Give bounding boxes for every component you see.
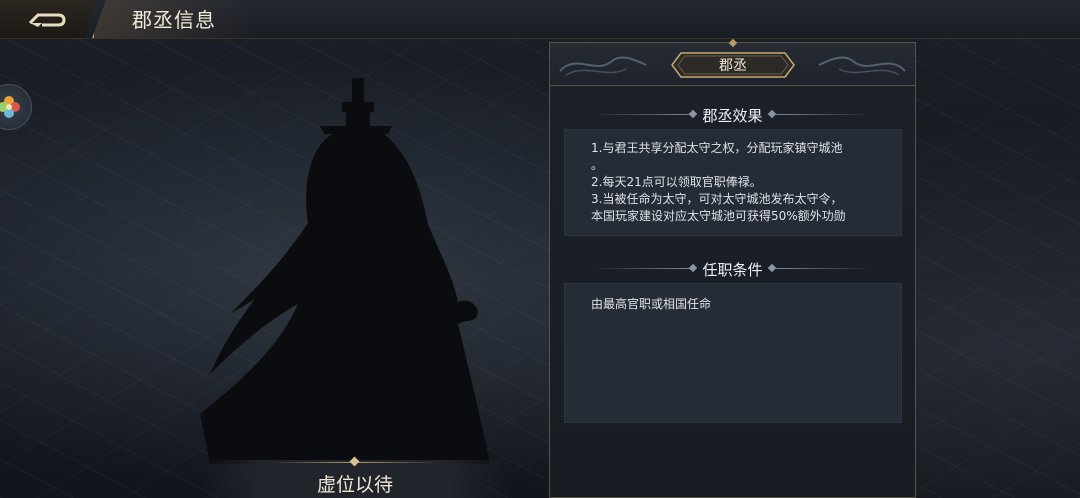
flower-icon [0,96,20,118]
effect-line: 。 [591,158,604,172]
top-bar: 郡丞信息 [0,0,1080,39]
official-name: 虚位以待 [316,474,393,496]
rank-info-panel: 郡丞 郡丞效果 1.与君王共享分配太守之权，分配玩家镇守城池 。 2.每天21点… [549,38,916,498]
title-divider-left [594,268,690,269]
background-city-map [0,0,1080,498]
official-silhouette [200,78,490,464]
effect-line: 本国玩家建设对应太守城池可获得50%额外功勋 [591,209,846,223]
effect-line: 3.当被任命为太守，可对太守城池发布太守令， [591,192,843,206]
cloud-ornament-icon [818,56,906,76]
title-divider-left [594,114,690,115]
effects-section-title: 郡丞效果 [550,103,915,127]
name-plate: 虚位以待 [200,456,510,498]
title-divider-right [775,114,871,115]
panel-header: 郡丞 [550,38,915,86]
cloud-ornament-icon [559,56,647,76]
title-divider-right [775,268,871,269]
title-diamond-left [688,109,698,119]
effects-title: 郡丞效果 [702,107,763,125]
effect-line: 1.与君王共享分配太守之权，分配玩家镇守城池 [591,141,843,155]
conditions-text: 由最高官职或相国任命 [591,297,712,311]
page-title: 郡丞信息 [132,8,216,32]
rank-title-plate: 郡丞 [671,52,795,78]
rank-title: 郡丞 [719,58,747,74]
effects-content-box: 1.与君王共享分配太守之权，分配玩家镇守城池 。 2.每天21点可以领取官职俸禄… [564,129,902,236]
effect-line: 2.每天21点可以领取官职俸禄。 [591,175,762,189]
conditions-section-title: 任职条件 [550,257,915,281]
back-button[interactable] [0,0,96,38]
conditions-title: 任职条件 [702,261,763,279]
conditions-content-box: 由最高官职或相国任命 [564,283,902,423]
title-diamond-left [688,263,698,273]
back-arrow-icon [28,13,66,27]
